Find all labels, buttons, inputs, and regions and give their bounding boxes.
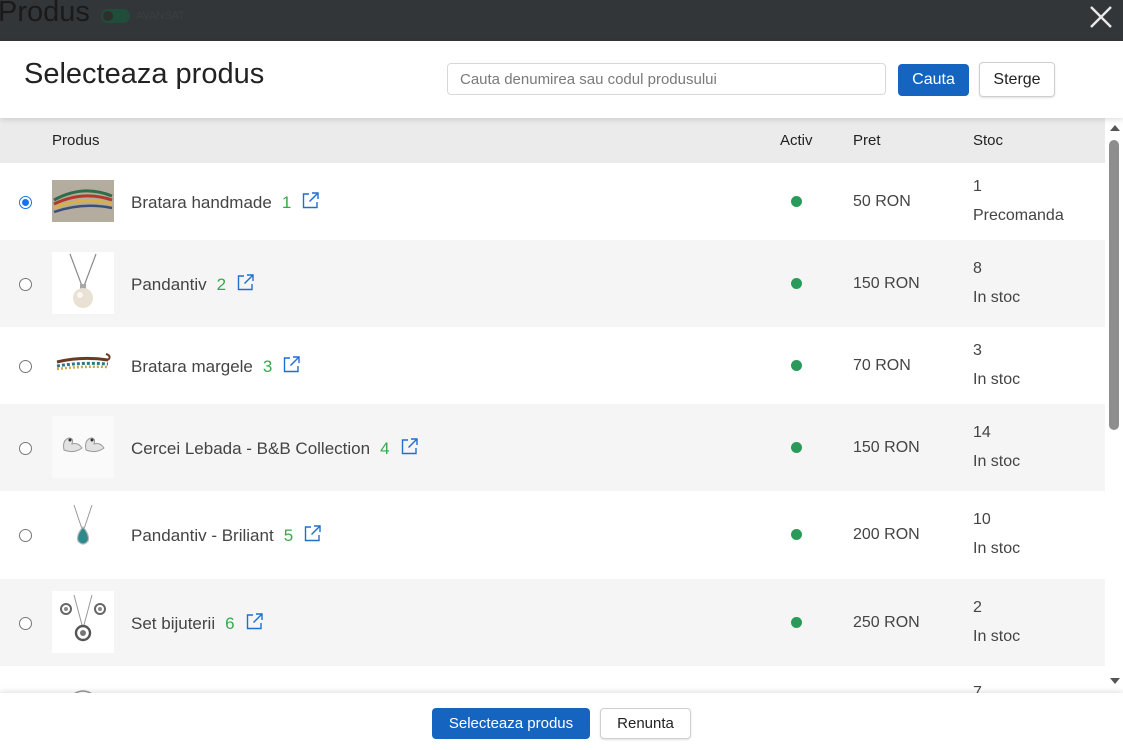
product-name: Bratara handmade bbox=[131, 193, 272, 212]
stock-quantity: 3 bbox=[973, 342, 982, 359]
product-code: 3 bbox=[262, 357, 273, 376]
modal-header: Selecteaza produs Cauta Sterge bbox=[0, 41, 1123, 118]
stock-status: In stoc bbox=[973, 453, 1021, 470]
column-header-active: Activ bbox=[780, 132, 813, 149]
active-status-dot bbox=[791, 196, 802, 207]
stock-quantity: 2 bbox=[973, 599, 982, 616]
clear-button[interactable]: Sterge bbox=[979, 62, 1055, 97]
table-row[interactable]: Bratara margele 3 70 RON 3 In stoc bbox=[0, 327, 1105, 404]
active-status-dot bbox=[791, 278, 802, 289]
row-select-radio[interactable] bbox=[19, 529, 32, 542]
product-code: 5 bbox=[283, 526, 294, 545]
modal-footer: Selecteaza produs Renunta bbox=[0, 693, 1123, 750]
product-name: Pandantiv - Briliant bbox=[131, 526, 274, 545]
stock-status: In stoc bbox=[973, 371, 1021, 388]
product-code: 1 bbox=[281, 193, 292, 212]
bracelet-beads-thumb bbox=[52, 334, 114, 396]
modal-title: Selecteaza produs bbox=[24, 58, 265, 90]
table-scrollbar[interactable] bbox=[1105, 118, 1123, 693]
stock-status: In stoc bbox=[973, 628, 1021, 645]
column-header-price: Pret bbox=[853, 132, 881, 149]
table-row[interactable]: Pandantiv 2 150 RON 8 In stoc bbox=[0, 240, 1105, 327]
external-link-icon[interactable] bbox=[400, 437, 419, 456]
row-select-radio[interactable] bbox=[19, 360, 32, 373]
column-header-stock: Stoc bbox=[973, 132, 1004, 149]
external-link-icon[interactable] bbox=[301, 191, 320, 210]
stock-quantity: 1 bbox=[973, 178, 982, 195]
active-status-dot bbox=[791, 360, 802, 371]
product-name-cell: Bratara margele 3 bbox=[131, 355, 301, 377]
stock-quantity: 7 bbox=[973, 684, 982, 693]
pendant-diamond-thumb bbox=[52, 503, 114, 565]
jewelry-set-thumb bbox=[52, 591, 114, 653]
stock-status: In stoc bbox=[973, 289, 1021, 306]
swan-earrings-thumb bbox=[52, 416, 114, 478]
table-row[interactable]: Set bijuterii 6 250 RON 2 In stoc bbox=[0, 579, 1105, 666]
scroll-down-arrow-icon[interactable] bbox=[1110, 678, 1120, 684]
row-select-radio[interactable] bbox=[19, 442, 32, 455]
external-link-icon[interactable] bbox=[236, 273, 255, 292]
table-row[interactable]: Bratara handmade 1 50 RON 1 Precomanda bbox=[0, 163, 1105, 240]
scrollbar-thumb[interactable] bbox=[1109, 140, 1119, 430]
background-page-header: Produs AVANSAT bbox=[0, 0, 1123, 41]
product-code: 4 bbox=[380, 439, 390, 458]
product-name: Pandantiv bbox=[131, 275, 207, 294]
product-name-cell: Pandantiv 2 bbox=[131, 273, 255, 295]
active-status-dot bbox=[791, 617, 802, 628]
product-name-cell: Cercei Lebada - B&B Collection 4 bbox=[131, 437, 419, 459]
product-table: Produs Activ Pret Stoc Bratara handmade 1… bbox=[0, 118, 1105, 693]
pendant-pearl-thumb bbox=[52, 252, 114, 314]
background-page-title: Produs bbox=[0, 0, 90, 28]
stock-status: In stoc bbox=[973, 540, 1021, 557]
product-code: 2 bbox=[216, 275, 227, 294]
external-link-icon[interactable] bbox=[245, 612, 264, 631]
table-row[interactable]: Pandantiv - Briliant 5 200 RON 10 In stoc bbox=[0, 491, 1105, 579]
product-name: Bratara margele bbox=[131, 357, 253, 376]
column-header-product: Produs bbox=[52, 132, 100, 149]
active-status-dot bbox=[791, 442, 802, 453]
product-code: 6 bbox=[225, 614, 235, 633]
price: 150 RON bbox=[853, 275, 920, 292]
scroll-up-arrow-icon[interactable] bbox=[1110, 125, 1120, 131]
advanced-toggle-label: AVANSAT bbox=[136, 10, 185, 22]
search-input[interactable] bbox=[447, 63, 886, 95]
table-header: Produs Activ Pret Stoc bbox=[0, 118, 1105, 163]
stock-quantity: 8 bbox=[973, 260, 982, 277]
row-select-radio[interactable] bbox=[19, 196, 32, 209]
price: 250 RON bbox=[853, 614, 920, 631]
price: 50 RON bbox=[853, 193, 911, 210]
product-name-cell: Pandantiv - Briliant 5 bbox=[131, 524, 322, 546]
external-link-icon[interactable] bbox=[303, 524, 322, 543]
product-name-cell: Bratara handmade 1 bbox=[131, 191, 320, 213]
select-product-button[interactable]: Selecteaza produs bbox=[432, 708, 590, 739]
bracelet-handmade-thumb bbox=[52, 170, 114, 232]
table-row[interactable]: 7 bbox=[0, 666, 1105, 693]
product-name: Cercei Lebada - B&B Collection bbox=[131, 439, 371, 458]
advanced-toggle bbox=[101, 9, 130, 23]
close-icon[interactable] bbox=[1087, 3, 1115, 31]
stock-status: Precomanda bbox=[973, 207, 1064, 224]
search-button[interactable]: Cauta bbox=[898, 64, 969, 96]
cancel-button[interactable]: Renunta bbox=[600, 708, 691, 739]
active-status-dot bbox=[791, 529, 802, 540]
external-link-icon[interactable] bbox=[282, 355, 301, 374]
table-row[interactable]: Cercei Lebada - B&B Collection 4 150 RON … bbox=[0, 404, 1105, 491]
row-select-radio[interactable] bbox=[19, 617, 32, 630]
stock-quantity: 10 bbox=[973, 511, 991, 528]
row-select-radio[interactable] bbox=[19, 278, 32, 291]
price: 200 RON bbox=[853, 526, 920, 543]
product-name-cell: Set bijuterii 6 bbox=[131, 612, 264, 634]
price: 150 RON bbox=[853, 439, 920, 456]
product-name: Set bijuterii bbox=[131, 614, 216, 633]
price: 70 RON bbox=[853, 357, 911, 374]
stock-quantity: 14 bbox=[973, 424, 991, 441]
